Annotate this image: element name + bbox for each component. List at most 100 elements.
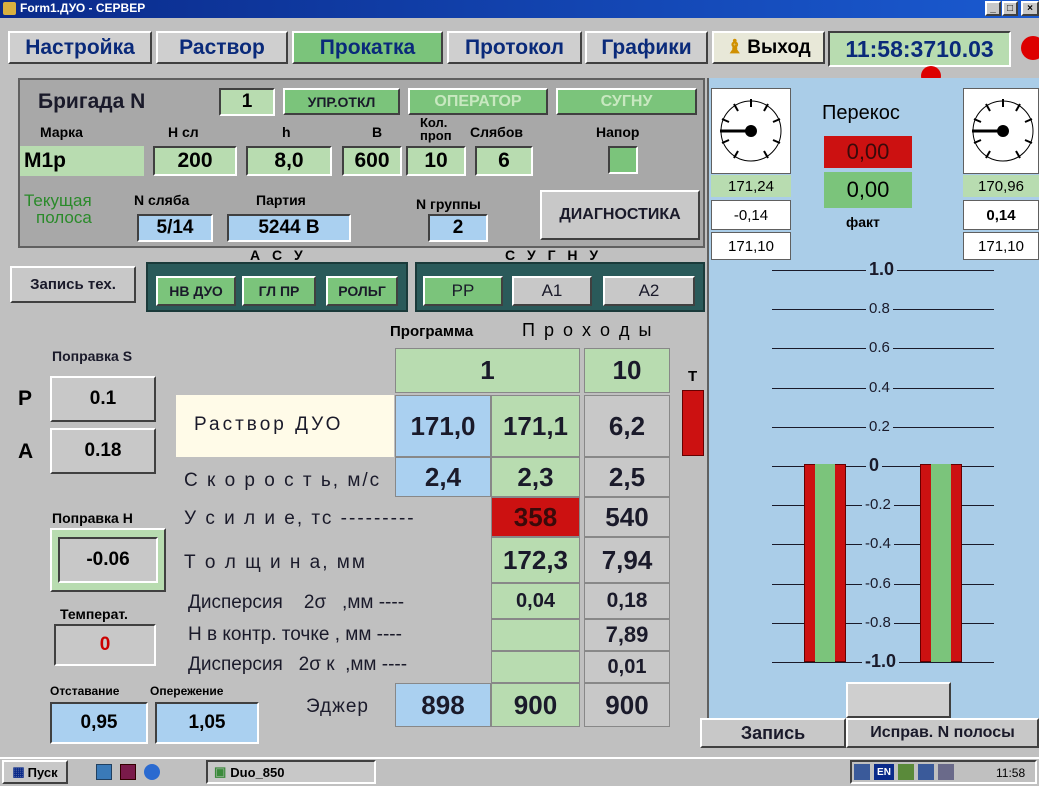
asu-gl-pr-button[interactable]: ГЛ ПР xyxy=(242,276,316,306)
sugnu-button[interactable]: СУГНУ xyxy=(556,88,697,115)
otst-label: Отставание xyxy=(50,684,120,698)
exit-button[interactable]: ♝ Выход xyxy=(712,31,825,64)
perekos-label: Перекос xyxy=(822,102,900,124)
asu-nv-duo-button[interactable]: НВ ДУО xyxy=(156,276,236,306)
operator-button[interactable]: ОПЕРАТОР xyxy=(408,88,548,115)
nslyaba-field: 5/14 xyxy=(137,214,213,242)
h-label: h xyxy=(282,124,291,140)
popravka-h-label: Поправка Н xyxy=(52,510,133,526)
ngruppy-field: 2 xyxy=(428,214,488,242)
kol-label: Кол. проп xyxy=(420,115,452,143)
right-value-1: 170,96 xyxy=(963,175,1039,197)
sugnu2-label: С У Г Н У xyxy=(505,247,603,263)
nslyaba-label: N сляба xyxy=(134,192,190,208)
upr-otkl-button[interactable]: УПР.ОТКЛ xyxy=(283,88,400,115)
clock-display: 11:58:3710.03 xyxy=(828,31,1011,67)
sugnu-a2-button[interactable]: А2 xyxy=(603,276,695,306)
p-label: Р xyxy=(18,387,33,410)
quicklaunch-save-icon[interactable] xyxy=(120,764,136,780)
windows-logo-icon: ▦ xyxy=(12,764,25,779)
title-bar: Form1.ДУО - СЕРВЕР _ □ × xyxy=(0,0,1039,18)
marka-field: М1р xyxy=(20,146,144,176)
quicklaunch-ie-icon[interactable] xyxy=(144,764,160,780)
right-value-3: 171,10 xyxy=(963,232,1039,260)
kol-field: 10 xyxy=(406,146,466,176)
usilie-pass1: 358 xyxy=(491,497,580,537)
tray-icon-1 xyxy=(898,764,914,780)
sugnu-a1-button[interactable]: А1 xyxy=(512,276,592,306)
scale-tick-label: 0.4 xyxy=(866,379,893,396)
partia-label: Партия xyxy=(256,192,306,208)
disp-pass10: 0,18 xyxy=(584,583,670,619)
scale-tick-label: -1.0 xyxy=(862,651,900,672)
scale-tick-label: -0.2 xyxy=(862,496,894,513)
edzher-label: Эджер xyxy=(306,696,369,717)
window-title: Form1.ДУО - СЕРВЕР xyxy=(20,1,146,15)
popravka-h-field[interactable]: -0.06 xyxy=(58,537,158,583)
lang-indicator[interactable]: EN xyxy=(874,764,894,780)
menu-protokol[interactable]: Протокол xyxy=(447,31,582,64)
status-indicator-red xyxy=(1021,36,1039,60)
menu-rastvor[interactable]: Раствор xyxy=(156,31,288,64)
h-field: 8,0 xyxy=(246,146,332,176)
marka-label: Марка xyxy=(40,124,83,140)
minimize-button[interactable]: _ xyxy=(985,1,1001,16)
maximize-button[interactable]: □ xyxy=(1002,1,1018,16)
slyabov-label: Слябов xyxy=(470,124,523,140)
zapis-teh-button[interactable]: Запись тех. xyxy=(10,266,136,303)
scale-tick-label: -0.6 xyxy=(862,575,894,592)
oper-label: Опережение xyxy=(150,684,224,698)
ispr-n-polosy-button[interactable]: Исправ. N полосы xyxy=(846,718,1039,748)
scale-tick-label: 0 xyxy=(866,455,883,476)
edzher-pass10: 900 xyxy=(584,683,670,727)
popravka-s-p-field[interactable]: 0.1 xyxy=(50,376,156,422)
scale-tick-label: 0.8 xyxy=(866,300,893,317)
edzher-pass1: 900 xyxy=(491,683,580,727)
edzher-prog: 898 xyxy=(395,683,491,727)
tekush-label: Текущая полоса xyxy=(24,191,92,227)
left-value-1: 171,24 xyxy=(711,175,791,197)
rastvor-pass10: 6,2 xyxy=(584,395,670,457)
disp-label: Дисперсия 2σ ,мм ---- xyxy=(188,592,405,613)
pass-10-header: 10 xyxy=(584,348,670,393)
usilie-pass10: 540 xyxy=(584,497,670,537)
skorost-prog: 2,4 xyxy=(395,457,491,497)
right-value-2: 0,14 xyxy=(963,200,1039,230)
b-field: 600 xyxy=(342,146,402,176)
taskbar-clock: 11:58 xyxy=(996,766,1026,780)
diagnostika-button[interactable]: ДИАГНОСТИКА xyxy=(540,190,700,240)
dispk-label: Дисперсия 2σ к ,мм ---- xyxy=(188,654,408,675)
hsl-field: 200 xyxy=(153,146,237,176)
ngruppy-label: N группы xyxy=(416,196,481,212)
app-icon xyxy=(3,2,16,15)
programma-label: Программа xyxy=(390,323,474,340)
popravka-s-a-field[interactable]: 0.18 xyxy=(50,428,156,474)
menu-grafiki[interactable]: Графики xyxy=(585,31,708,64)
prohody-label: П р о х о д ы xyxy=(522,320,654,340)
popravka-s-label: Поправка S xyxy=(52,348,133,364)
close-button[interactable]: × xyxy=(1021,1,1039,16)
left-gauge-icon xyxy=(711,88,791,174)
quicklaunch-desktop-icon[interactable] xyxy=(96,764,112,780)
sugnu-rr-button[interactable]: РР xyxy=(423,276,503,306)
t-label: Т xyxy=(688,368,698,385)
zapis-button[interactable]: Запись xyxy=(700,718,846,748)
left-value-3: 171,10 xyxy=(711,232,791,260)
start-button[interactable]: ▦ Пуск xyxy=(2,760,68,784)
disp-pass1: 0,04 xyxy=(491,583,580,619)
hsl-label: Н сл xyxy=(168,124,199,140)
dispk-pass1 xyxy=(491,651,580,683)
tolshina-label: Т о л щ и н а, мм xyxy=(184,552,367,573)
menu-nastroika[interactable]: Настройка xyxy=(8,31,152,64)
temperature-bar xyxy=(682,390,704,456)
asu-rolg-button[interactable]: РОЛЬГ xyxy=(326,276,398,306)
b-label: В xyxy=(372,124,383,140)
taskbar-app-duo850[interactable]: ▣ Duo_850 xyxy=(206,760,376,784)
tolshina-pass10: 7,94 xyxy=(584,537,670,583)
skorost-label: С к о р о с т ь, м/с xyxy=(184,470,382,491)
scale-tick-label: 1.0 xyxy=(866,259,898,280)
scale-tick-label: -0.8 xyxy=(862,614,894,631)
menu-prokatka[interactable]: Прокатка xyxy=(292,31,443,64)
blank-box xyxy=(846,682,951,718)
pass-1-header: 1 xyxy=(395,348,580,393)
